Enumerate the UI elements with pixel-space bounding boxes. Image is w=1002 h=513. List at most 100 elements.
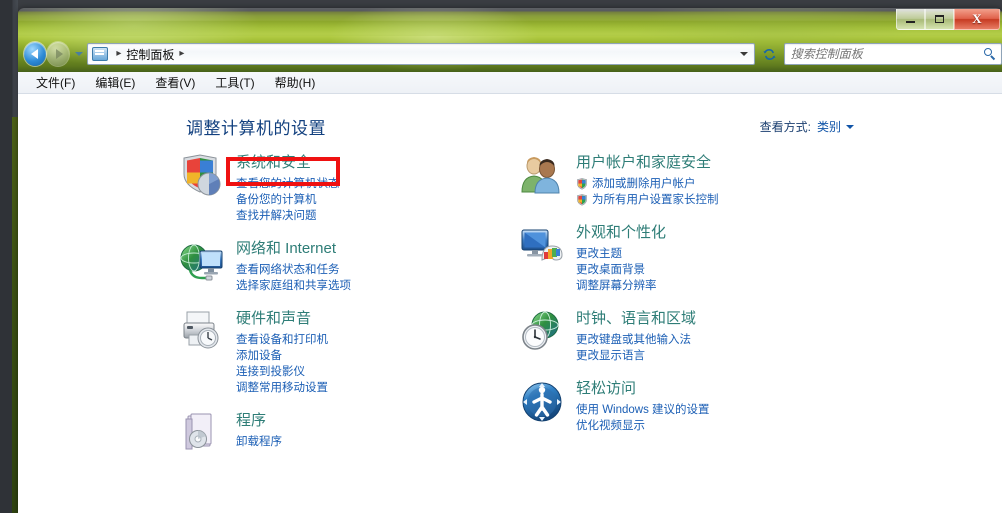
category-link-label: 调整常用移动设置 [236,382,328,394]
uac-shield-icon [577,194,587,206]
desktop-left-edge [0,0,18,513]
category-link-clock-language-region-1[interactable]: 更改显示语言 [576,348,858,364]
category-body-ease-of-access: 轻松访问使用 Windows 建议的设置优化视频显示 [576,378,858,434]
address-bar[interactable]: ▸ 控制面板 ▸ [87,43,756,65]
category-icon-network-and-internet[interactable] [178,238,230,288]
search-input[interactable] [788,46,984,62]
category-link-network-and-internet-1[interactable]: 选择家庭组和共享选项 [236,278,508,294]
category-icon-system-and-security[interactable] [178,152,230,202]
ease-of-access-icon [522,382,562,422]
category-link-appearance-and-personalization-0[interactable]: 更改主题 [576,246,858,262]
breadcrumb-separator-icon-2[interactable]: ▸ [179,49,184,59]
category-link-label: 选择家庭组和共享选项 [236,280,351,292]
close-button[interactable]: X [954,9,1000,30]
category-link-label: 添加或删除用户帐户 [592,178,696,190]
category-clock-language-region: 时钟、语言和区域更改键盘或其他输入法更改显示语言 [518,308,858,364]
category-link-ease-of-access-1[interactable]: 优化视频显示 [576,418,858,434]
category-link-label: 查看网络状态和任务 [236,264,340,276]
category-link-hardware-and-sound-2[interactable]: 连接到投影仪 [236,364,508,380]
control-panel-icon [92,47,109,61]
category-link-label: 查找并解决问题 [236,210,317,222]
category-title-ease-of-access[interactable]: 轻松访问 [576,379,636,399]
menu-item-help[interactable]: 帮助(H) [265,72,326,93]
monitor-palette-icon [521,229,563,261]
menu-item-view[interactable]: 查看(V) [145,72,205,93]
desktop-top-strip [18,0,1002,8]
category-title-system-and-security[interactable]: 系统和安全 [236,153,311,173]
category-title-programs[interactable]: 程序 [236,411,266,431]
category-link-label: 优化视频显示 [576,420,645,432]
recent-pages-button[interactable] [73,52,84,56]
view-by-value[interactable]: 类别 [817,118,841,135]
uac-shield-wrap [576,178,588,190]
forward-arrow-icon [55,49,63,59]
maximize-icon [935,15,944,23]
category-link-label: 更改显示语言 [576,350,645,362]
shield-piechart-icon [183,154,221,196]
minimize-button[interactable] [896,9,925,30]
category-link-system-and-security-2[interactable]: 查找并解决问题 [236,208,508,224]
category-link-programs-0[interactable]: 卸载程序 [236,434,508,450]
category-title-appearance-and-personalization[interactable]: 外观和个性化 [576,223,666,243]
category-link-label: 更改主题 [576,248,622,260]
uac-shield-icon [577,178,587,190]
category-link-clock-language-region-0[interactable]: 更改键盘或其他输入法 [576,332,858,348]
programs-box-icon [185,413,212,450]
close-icon: X [972,11,982,26]
forward-button[interactable] [47,42,70,66]
category-link-system-and-security-1[interactable]: 备份您的计算机 [236,192,508,208]
category-title-hardware-and-sound[interactable]: 硬件和声音 [236,309,311,329]
content-area: 调整计算机的设置 查看方式: 类别 系统和安全 查看您的计算机状态 备份您的计算机查… [18,94,1002,513]
category-link-label: 调整屏幕分辨率 [576,280,657,292]
uac-shield-wrap [576,194,588,206]
maximize-button[interactable] [925,9,954,30]
breadcrumb-separator-icon: ▸ [116,48,122,59]
category-column-right: 用户帐户和家庭安全 添加或删除用户帐户 为所有用户设置家长控制 外观和个性化 更… [518,152,858,448]
category-link-system-and-security-0[interactable]: 查看您的计算机状态 [236,176,508,192]
desktop-background: X ▸ 控制面板 ▸ 搜索控制面板 文件(F) 编辑(E) 查看(V) 工具(T… [0,0,1002,513]
menu-item-edit[interactable]: 编辑(E) [85,72,145,93]
category-icon-appearance-and-personalization[interactable] [518,222,570,272]
view-by-control[interactable]: 查看方式: 类别 [760,118,854,135]
window-titlebar: X [18,8,1002,36]
address-dropdown-button[interactable] [736,52,752,56]
category-icon-ease-of-access[interactable] [518,378,570,428]
menu-bar: 文件(F) 编辑(E) 查看(V) 工具(T) 帮助(H) [18,72,1002,94]
category-link-hardware-and-sound-1[interactable]: 添加设备 [236,348,508,364]
globe-monitor-icon [180,244,223,281]
category-user-accounts-family-safety: 用户帐户和家庭安全 添加或删除用户帐户 为所有用户设置家长控制 [518,152,858,208]
category-hardware-and-sound: 硬件和声音查看设备和打印机 添加设备 连接到投影仪调整常用移动设置 [178,308,508,396]
menu-item-file[interactable]: 文件(F) [26,72,85,93]
back-button[interactable] [24,42,47,66]
category-title-network-and-internet[interactable]: 网络和 Internet [236,239,336,259]
menu-item-tools[interactable]: 工具(T) [205,72,264,93]
search-box[interactable] [783,43,1002,65]
category-body-system-and-security: 系统和安全查看您的计算机状态 备份您的计算机 查找并解决问题 [236,152,508,224]
category-programs: 程序 卸载程序 [178,410,508,460]
chevron-down-icon [740,52,749,56]
printer-icon [183,311,219,349]
category-icon-clock-language-region[interactable] [518,308,570,358]
category-body-network-and-internet: 网络和 Internet 查看网络状态和任务 选择家庭组和共享选项 [236,238,508,294]
category-link-user-accounts-family-safety-0[interactable]: 添加或删除用户帐户 [576,176,858,192]
category-link-appearance-and-personalization-1[interactable]: 更改桌面背景 [576,262,858,278]
category-link-hardware-and-sound-3[interactable]: 调整常用移动设置 [236,380,508,396]
category-link-network-and-internet-0[interactable]: 查看网络状态和任务 [236,262,508,278]
category-body-appearance-and-personalization: 外观和个性化更改主题更改桌面背景调整屏幕分辨率 [576,222,858,294]
category-link-user-accounts-family-safety-1[interactable]: 为所有用户设置家长控制 [576,192,858,208]
category-icon-hardware-and-sound[interactable] [178,308,230,358]
category-title-clock-language-region[interactable]: 时钟、语言和区域 [576,309,696,329]
category-link-hardware-and-sound-0[interactable]: 查看设备和打印机 [236,332,508,348]
category-title-user-accounts-family-safety[interactable]: 用户帐户和家庭安全 [576,153,711,173]
category-link-label: 查看您的计算机状态 [236,178,340,190]
navigation-bar: ▸ 控制面板 ▸ [18,36,1002,72]
category-link-appearance-and-personalization-2[interactable]: 调整屏幕分辨率 [576,278,858,294]
category-icon-programs[interactable] [178,410,230,460]
refresh-button[interactable] [759,43,779,65]
category-link-ease-of-access-0[interactable]: 使用 Windows 建议的设置 [576,402,858,418]
category-link-label: 为所有用户设置家长控制 [592,194,719,206]
refresh-icon [763,48,776,60]
category-icon-user-accounts-family-safety[interactable] [518,152,570,202]
category-link-label: 备份您的计算机 [236,194,317,206]
breadcrumb-item-control-panel[interactable]: 控制面板 [126,46,174,63]
